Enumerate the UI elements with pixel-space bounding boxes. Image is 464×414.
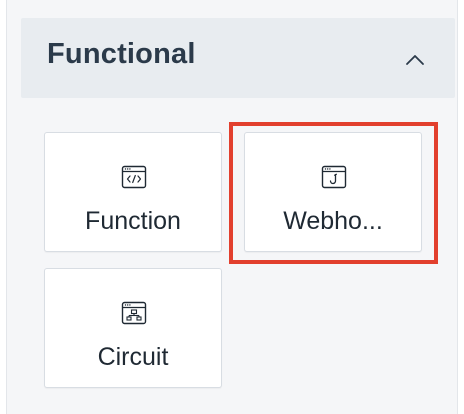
section-header-functional[interactable]: Functional [21,18,455,98]
tile-label-webhook: Webho... [283,207,383,235]
webhook-window-icon [320,163,348,191]
tile-label-function: Function [85,207,181,235]
chevron-up-icon[interactable] [401,46,429,74]
circuit-window-icon [120,299,148,327]
tile-label-circuit: Circuit [97,343,169,371]
code-window-icon [120,163,148,191]
tile-webhook[interactable]: Webho... [244,132,422,252]
tile-circuit[interactable]: Circuit [44,268,222,388]
tile-function[interactable]: Function [44,132,222,252]
section-title: Functional [47,38,196,70]
